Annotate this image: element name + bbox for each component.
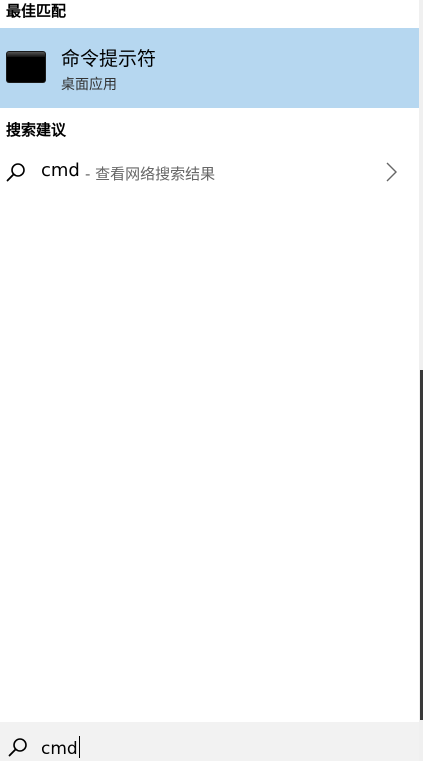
search-input-value: cmd <box>41 739 78 759</box>
search-box[interactable]: cmd <box>0 722 419 761</box>
best-match-heading: 最佳匹配 <box>6 2 67 20</box>
suggestion-description: - 查看网络搜索结果 <box>85 165 216 183</box>
text-caret <box>78 736 80 758</box>
search-results-panel: 最佳匹配 命令提示符 桌面应用 搜索建议 cmd - 查看网络搜索结果 cmd <box>0 0 419 761</box>
best-match-app-type: 桌面应用 <box>61 77 117 93</box>
search-suggestions-heading: 搜索建议 <box>6 121 67 139</box>
search-icon <box>6 163 25 182</box>
search-input[interactable]: cmd <box>41 736 80 759</box>
window-edge <box>419 0 423 761</box>
best-match-app-name: 命令提示符 <box>61 48 157 70</box>
chevron-right-icon[interactable] <box>383 161 399 183</box>
best-match-item-command-prompt[interactable]: 命令提示符 桌面应用 <box>0 28 419 108</box>
web-search-suggestion[interactable]: cmd - 查看网络搜索结果 <box>0 152 419 192</box>
search-icon <box>8 738 27 757</box>
command-prompt-icon <box>7 52 45 82</box>
suggestion-query-text: cmd <box>41 160 80 181</box>
